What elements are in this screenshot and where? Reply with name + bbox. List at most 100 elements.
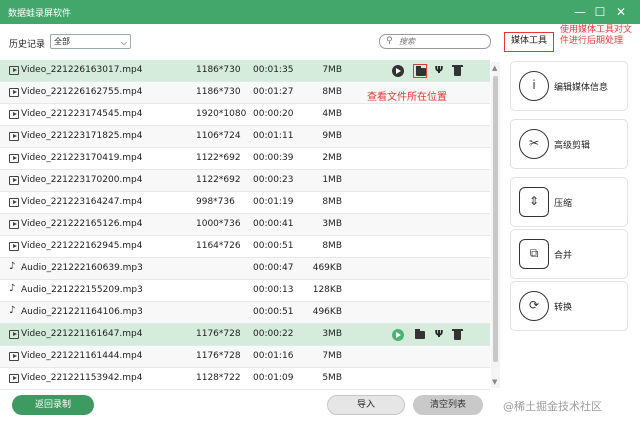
scroll-thumb[interactable]: [493, 76, 498, 362]
file-resolution: 1186*730: [196, 65, 241, 75]
file-duration: 00:00:20: [253, 109, 294, 119]
list-scrollbar[interactable]: ▲ ▼: [491, 62, 500, 388]
table-row[interactable]: Audio_221222155209.mp3 00:00:13 128KB: [0, 280, 490, 302]
minimize-button[interactable]: —: [571, 3, 589, 21]
history-label: 历史记录: [9, 40, 46, 50]
file-resolution: 1122*692: [196, 153, 241, 163]
video-file-icon: [9, 242, 19, 251]
table-row[interactable]: Video_221221153942.mp4 1128*722 00:01:09 5M…: [0, 368, 490, 390]
tool-card-compress[interactable]: ⇕ 压缩: [510, 177, 628, 227]
folder-icon[interactable]: [413, 64, 427, 78]
file-size: 7MB: [322, 65, 342, 75]
tool-icon[interactable]: Ψ: [432, 328, 446, 342]
file-duration: 00:01:19: [253, 197, 294, 207]
table-row[interactable]: Video_221223170200.mp4 1122*692 00:00:23 1M…: [0, 170, 490, 192]
file-name: Video_221226162755.mp4: [21, 87, 143, 97]
footer: 返回录制 导入 清空列表 @稀土掘金技术社区: [0, 390, 640, 426]
tool-card-label: 合并: [554, 251, 573, 261]
file-resolution: 1176*728: [196, 351, 241, 361]
table-row[interactable]: Video_221223174545.mp4 1920*1080 00:00:20 4…: [0, 104, 490, 126]
filter-dropdown[interactable]: 全部 ⌵: [50, 34, 131, 49]
scroll-up-icon[interactable]: ▲: [492, 64, 497, 72]
file-name: Video_221223170200.mp4: [21, 175, 143, 185]
row-actions: Ψ: [392, 328, 466, 342]
tab-media-tools[interactable]: 媒体工具: [504, 32, 554, 52]
import-button[interactable]: 导入: [327, 395, 405, 415]
table-row[interactable]: Audio_221222160639.mp3 00:00:47 469KB: [0, 258, 490, 280]
audio-file-icon: [9, 283, 19, 295]
play-icon[interactable]: [392, 65, 404, 77]
file-duration: 00:00:41: [253, 219, 294, 229]
table-row[interactable]: Video_221223164247.mp4 998*736 00:01:19 8MB: [0, 192, 490, 214]
table-row[interactable]: Audio_221221164106.mp3 00:00:51 496KB: [0, 302, 490, 324]
audio-file-icon: [9, 261, 19, 273]
file-duration: 00:00:23: [253, 175, 294, 185]
trash-icon[interactable]: [450, 64, 464, 78]
file-name: Video_221221161647.mp4: [21, 329, 143, 339]
row-actions: Ψ: [392, 64, 466, 78]
compress-icon: ⇕: [519, 187, 549, 217]
table-row[interactable]: Video_221221161444.mp4 1176*728 00:01:16 7M…: [0, 346, 490, 368]
file-name: Video_221223171825.mp4: [21, 131, 143, 141]
table-row[interactable]: Video_221226163017.mp4 1186*730 00:01:35 7M…: [0, 60, 490, 82]
file-duration: 00:00:39: [253, 153, 294, 163]
file-name: Audio_221222160639.mp3: [21, 263, 143, 273]
file-size: 8MB: [322, 197, 342, 207]
table-row[interactable]: Video_221223170419.mp4 1122*692 00:00:39 2M…: [0, 148, 490, 170]
back-to-record-button[interactable]: 返回录制: [12, 395, 94, 415]
folder-icon[interactable]: [413, 328, 427, 342]
scroll-down-icon[interactable]: ▼: [492, 378, 497, 386]
file-name: Video_221223170419.mp4: [21, 153, 143, 163]
video-file-icon: [9, 198, 19, 207]
file-duration: 00:00:51: [253, 241, 294, 251]
file-name: Video_221221153942.mp4: [21, 373, 143, 383]
search-input[interactable]: [399, 36, 487, 47]
search-box[interactable]: ⚲: [379, 34, 491, 49]
tool-card-merge[interactable]: ⧉ 合并: [510, 229, 628, 279]
file-size: 2MB: [322, 153, 342, 163]
table-row[interactable]: Video_221223171825.mp4 1106*724 00:01:11 9M…: [0, 126, 490, 148]
close-button[interactable]: ✕: [612, 3, 630, 21]
file-duration: 00:00:51: [253, 307, 294, 317]
tool-card-scissors[interactable]: ✂ 高级剪辑: [510, 119, 628, 169]
file-resolution: 1176*728: [196, 329, 241, 339]
scissors-icon: ✂: [519, 129, 549, 159]
file-resolution: 1000*736: [196, 219, 241, 229]
tool-card-label: 压缩: [554, 199, 573, 209]
file-size: 3MB: [322, 329, 342, 339]
play-icon[interactable]: [392, 329, 404, 341]
file-name: Video_221222162945.mp4: [21, 241, 143, 251]
video-file-icon: [9, 88, 19, 97]
file-size: 8MB: [322, 87, 342, 97]
file-size: 128KB: [312, 285, 342, 295]
table-row[interactable]: Video_221222162945.mp4 1164*726 00:00:51 8M…: [0, 236, 490, 258]
trash-icon[interactable]: [450, 328, 464, 342]
tool-card-info[interactable]: i 编辑媒体信息: [510, 61, 628, 111]
file-size: 3MB: [322, 219, 342, 229]
merge-icon: ⧉: [519, 239, 549, 269]
table-row[interactable]: Video_221222165126.mp4 1000*736 00:00:41 3M…: [0, 214, 490, 236]
maximize-button[interactable]: ☐: [591, 3, 609, 21]
tool-icon[interactable]: Ψ: [432, 64, 446, 78]
video-file-icon: [9, 176, 19, 185]
file-duration: 00:01:09: [253, 373, 294, 383]
tool-card-convert[interactable]: ⟳ 转换: [510, 281, 628, 331]
file-resolution: 1186*730: [196, 87, 241, 97]
watermark: @稀土掘金技术社区: [503, 400, 602, 413]
file-duration: 00:01:35: [253, 65, 294, 75]
file-name: Audio_221222155209.mp3: [21, 285, 143, 295]
file-name: Audio_221221164106.mp3: [21, 307, 143, 317]
info-icon: i: [519, 71, 549, 101]
app-title: 数据蛙录屏软件: [8, 9, 72, 19]
table-row[interactable]: Video_221221161647.mp4 1176*728 00:00:22 3M…: [0, 324, 490, 346]
file-resolution: 1128*722: [196, 373, 241, 383]
file-duration: 00:01:16: [253, 351, 294, 361]
video-file-icon: [9, 110, 19, 119]
clear-list-button[interactable]: 清空列表: [413, 395, 483, 415]
search-icon: ⚲: [386, 36, 393, 46]
video-file-icon: [9, 132, 19, 141]
file-duration: 00:00:47: [253, 263, 294, 273]
audio-file-icon: [9, 305, 19, 317]
file-duration: 00:01:11: [253, 131, 294, 141]
video-file-icon: [9, 220, 19, 229]
